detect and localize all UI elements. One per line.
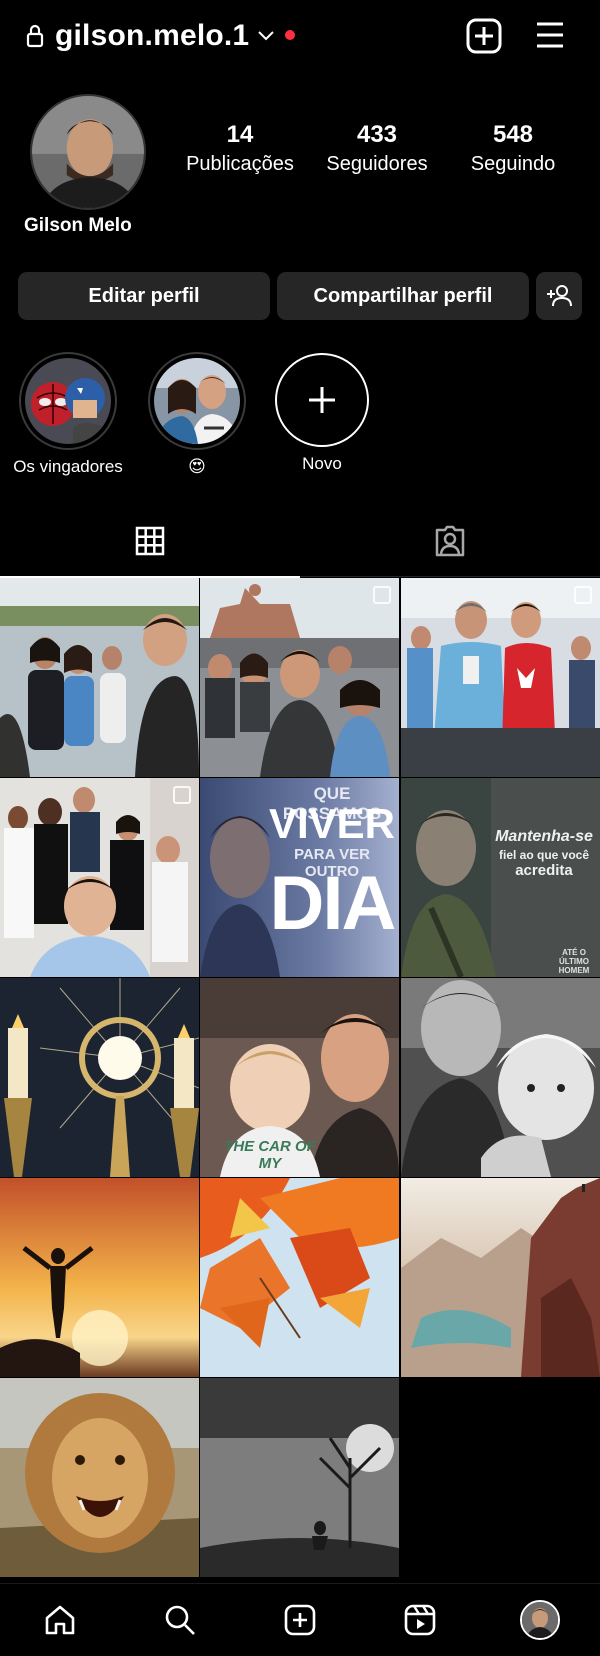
reels-icon bbox=[404, 1604, 436, 1636]
post-thumbnail[interactable] bbox=[0, 978, 199, 1177]
post-text-line: ATÉ O ÚLTIMO HOMEM bbox=[558, 948, 590, 975]
post-thumbnail[interactable]: THE CAR OF MY bbox=[200, 978, 399, 1177]
profile-avatar bbox=[520, 1600, 560, 1640]
posts-count: 14 Publicações bbox=[186, 121, 294, 175]
post-thumbnail[interactable] bbox=[200, 1178, 399, 1377]
tagged-person-icon bbox=[435, 525, 465, 557]
story-highlight[interactable]: Os vingadores bbox=[13, 352, 123, 478]
tab-grid[interactable] bbox=[0, 506, 300, 578]
post-thumbnail[interactable] bbox=[401, 978, 600, 1177]
post-thumbnail[interactable] bbox=[0, 1178, 199, 1377]
post-thumbnail[interactable] bbox=[401, 1178, 600, 1377]
post-thumbnail[interactable] bbox=[0, 778, 199, 977]
new-story-button[interactable]: Novo bbox=[267, 353, 377, 475]
carousel-icon bbox=[373, 586, 391, 604]
story-thumbnail bbox=[154, 358, 240, 444]
plus-icon bbox=[309, 387, 335, 413]
post-thumbnail[interactable] bbox=[200, 578, 399, 777]
carousel-icon bbox=[574, 586, 592, 604]
edit-profile-button[interactable]: Editar perfil bbox=[18, 272, 270, 320]
story-label: Novo bbox=[302, 454, 342, 473]
nav-search[interactable] bbox=[158, 1598, 202, 1642]
post-text-line: fiel ao que você bbox=[498, 848, 590, 862]
post-thumbnail[interactable] bbox=[0, 1378, 199, 1577]
story-highlight[interactable]: 😍 bbox=[142, 352, 252, 478]
menu-icon[interactable] bbox=[534, 19, 566, 51]
post-thumbnail[interactable] bbox=[0, 578, 199, 777]
post-text-line: VIVER bbox=[268, 800, 396, 847]
nav-home[interactable] bbox=[38, 1598, 82, 1642]
post-thumbnail[interactable]: Mantenha-se fiel ao que você acredita AT… bbox=[401, 778, 600, 977]
story-label: 😍 bbox=[188, 457, 206, 476]
add-person-button[interactable] bbox=[536, 272, 582, 320]
chevron-down-icon[interactable] bbox=[256, 28, 276, 44]
top-header: gilson.melo.1 bbox=[0, 0, 600, 72]
following-count[interactable]: 548 Seguindo bbox=[443, 120, 583, 178]
share-profile-button[interactable]: Compartilhar perfil bbox=[277, 272, 529, 320]
notification-dot bbox=[285, 30, 295, 40]
add-person-icon bbox=[547, 285, 572, 307]
lock-icon bbox=[26, 24, 44, 48]
create-icon[interactable] bbox=[465, 17, 503, 55]
nav-profile[interactable] bbox=[518, 1598, 562, 1642]
post-text-line: acredita bbox=[515, 862, 573, 879]
story-thumbnail bbox=[25, 358, 111, 444]
post-thumbnail[interactable] bbox=[200, 1378, 399, 1577]
profile-avatar[interactable] bbox=[30, 94, 146, 210]
nav-reels[interactable] bbox=[398, 1598, 442, 1642]
display-name: Gilson Melo bbox=[24, 215, 132, 236]
post-text-line: Mantenha-se bbox=[495, 828, 593, 845]
search-icon bbox=[165, 1605, 195, 1635]
grid-icon bbox=[135, 526, 165, 556]
home-icon bbox=[45, 1605, 75, 1635]
post-text-line: THE CAR OF MY bbox=[224, 1138, 316, 1172]
post-thumbnail[interactable] bbox=[401, 578, 600, 777]
nav-create[interactable] bbox=[278, 1598, 322, 1642]
carousel-icon bbox=[173, 786, 191, 804]
create-icon bbox=[284, 1604, 316, 1636]
bottom-navigation bbox=[0, 1583, 600, 1656]
tab-tagged[interactable] bbox=[300, 506, 600, 577]
post-text-line: DIA bbox=[269, 861, 397, 946]
post-thumbnail[interactable]: QUE POSSAMOS VIVER PARA VER OUTRO DIA bbox=[200, 778, 399, 977]
account-username[interactable]: gilson.melo.1 bbox=[55, 14, 249, 58]
story-label: Os vingadores bbox=[13, 457, 123, 476]
followers-count[interactable]: 433 Seguidores bbox=[307, 120, 447, 178]
